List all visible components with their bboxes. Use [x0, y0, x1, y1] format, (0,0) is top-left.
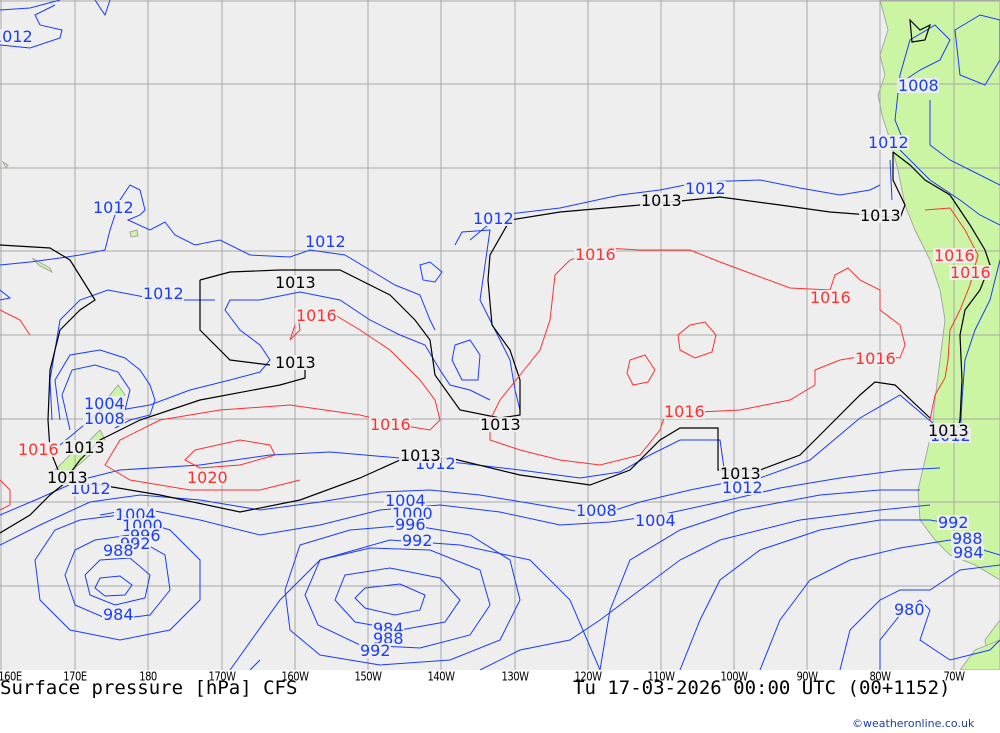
isobar-label: 1016 [18, 440, 59, 459]
isobar-label: 1013 [860, 206, 901, 225]
valid-time: Tu 17-03-2026 00:00 UTC (00+1152) [573, 677, 951, 699]
isobar-label: 1008 [84, 409, 125, 428]
isobar-label: 1013 [641, 191, 682, 210]
map-title: Surface pressure [hPa] CFS [0, 677, 298, 699]
pressure-map: 1012 1008 1012 1012 1012 1012 1012 1012 1004 1008… [0, 0, 1000, 670]
isobar-label: 1004 [635, 511, 676, 530]
isobar-label: 1012 [305, 232, 346, 251]
isobar-label: 1016 [296, 306, 337, 325]
isobar-label: 1013 [720, 464, 761, 483]
longitude-tick-label: 140W [427, 670, 455, 685]
isobar-label: 1013 [47, 468, 88, 487]
isobar-label: 984 [953, 543, 984, 562]
isobar-label: 1016 [664, 402, 705, 421]
isobar-label: 992 [402, 531, 433, 550]
isobar-label: 1016 [855, 349, 896, 368]
isobar-label: 1016 [575, 245, 616, 264]
isobar-label: 984 [103, 605, 134, 624]
isobar-label: 1020 [187, 468, 228, 487]
isobar-label: 988 [103, 541, 134, 560]
isobar-label: 1012 [93, 198, 134, 217]
isobar-label: 992 [360, 641, 391, 660]
longitude-tick-label: 150W [354, 670, 382, 685]
isobar-label: 1013 [480, 415, 521, 434]
isobar-label: 1012 [143, 284, 184, 303]
isobar-label: 1012 [0, 27, 33, 46]
isobar-label: 1008 [898, 76, 939, 95]
isobar-label: 1013 [275, 353, 316, 372]
isobar-label: 1013 [64, 438, 105, 457]
isobar-label: 1016 [370, 415, 411, 434]
longitude-tick-label: 130W [501, 670, 529, 685]
isobar-label: 980 [894, 600, 925, 619]
isobar-label: 1016 [810, 288, 851, 307]
isobar-label: 1012 [685, 179, 726, 198]
isobar-label: 1012 [473, 209, 514, 228]
isobar-label: 1016 [950, 263, 991, 282]
isobar-label: 1013 [275, 273, 316, 292]
isobar-label: 1013 [400, 446, 441, 465]
credit-link[interactable]: ©weatheronline.co.uk [852, 717, 974, 730]
isobar-label: 1012 [868, 133, 909, 152]
isobar-label: 1008 [576, 501, 617, 520]
isobar-label: 1013 [928, 421, 969, 440]
